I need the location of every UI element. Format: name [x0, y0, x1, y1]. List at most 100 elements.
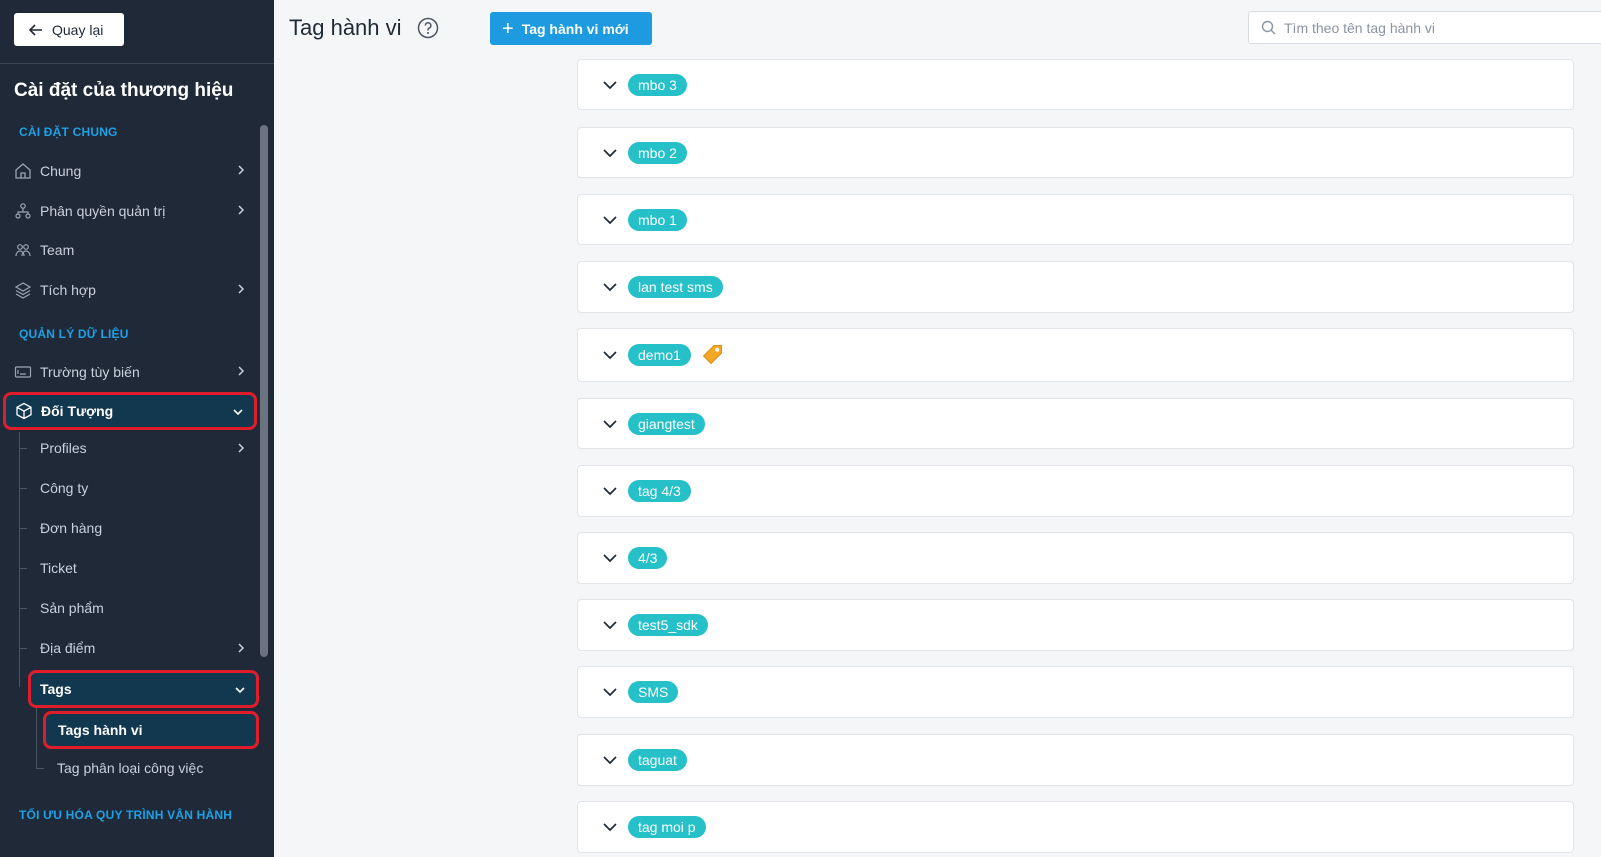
tag-pill: SMS	[628, 681, 679, 703]
new-behavior-tag-button[interactable]: + Tag hành vi mới	[490, 12, 652, 45]
tag-pill: mbo 1	[628, 208, 687, 231]
tag-row[interactable]: tag 4/3	[577, 465, 1574, 517]
page-header: Tag hành vi + Tag hành vi mới	[274, 0, 1601, 56]
chevron-down-icon[interactable]	[602, 347, 618, 363]
sidebar-title: Cài đặt của thương hiệu	[14, 80, 234, 101]
chevron-down-icon[interactable]	[602, 77, 618, 93]
tag-pill: giangtest	[628, 412, 705, 435]
sidebar-item-label: Địa điểm	[40, 640, 96, 656]
tag-row[interactable]: 4/3	[577, 532, 1574, 584]
tag-row[interactable]: giangtest	[577, 398, 1574, 449]
sidebar-item-tags[interactable]: Tags	[28, 670, 259, 708]
sidebar-item-company[interactable]: Công ty	[40, 471, 257, 505]
sidebar-item-custom-fields[interactable]: Trường tùy biến	[14, 355, 257, 389]
search-box[interactable]	[1248, 11, 1601, 44]
sidebar-item-label: Đơn hàng	[40, 520, 103, 536]
chevron-right-icon	[238, 165, 245, 175]
sidebar-header: Quay lại	[0, 0, 274, 64]
tree-line	[19, 448, 27, 449]
tree-line	[19, 528, 27, 529]
sidebar-item-label: Tags hành vi	[58, 722, 143, 738]
chevron-down-icon[interactable]	[602, 617, 618, 633]
sidebar-item-ticket[interactable]: Ticket	[40, 551, 257, 585]
chevron-down-icon[interactable]	[602, 550, 618, 566]
layers-icon	[14, 281, 32, 299]
sidebar: Quay lại Cài đặt của thương hiệu CÀI ĐẶT…	[0, 0, 274, 857]
tag-pill: tag 4/3	[628, 480, 691, 502]
hierarchy-icon	[14, 202, 32, 220]
sidebar-item-label: Sản phẩm	[40, 600, 104, 616]
tree-line	[36, 708, 37, 768]
chevron-down-icon[interactable]	[602, 416, 618, 432]
sidebar-item-label: Team	[40, 242, 75, 258]
section-general: CÀI ĐẶT CHUNG	[19, 125, 118, 139]
tag-row[interactable]: tag moi p	[577, 801, 1574, 853]
chevron-right-icon	[238, 366, 245, 376]
section-data: QUẢN LÝ DỮ LIỆU	[19, 327, 129, 341]
tag-row[interactable]: demo1	[577, 328, 1574, 382]
team-icon	[14, 241, 32, 259]
sidebar-item-label: Công ty	[40, 480, 89, 496]
sidebar-item-label: Phân quyền quản trị	[40, 203, 166, 219]
sidebar-item-label: Tags	[40, 681, 72, 697]
tree-line	[36, 768, 44, 769]
home-icon	[14, 162, 32, 180]
tag-row[interactable]: lan test sms	[577, 261, 1574, 313]
chevron-right-icon	[238, 643, 245, 653]
sidebar-item-objects[interactable]: Đối Tượng	[3, 392, 257, 430]
sidebar-item-profiles[interactable]: Profiles	[40, 431, 257, 465]
tag-pill: tag moi p	[628, 816, 706, 838]
chevron-down-icon[interactable]	[602, 819, 618, 835]
tag-row[interactable]: test5_sdk	[577, 599, 1574, 651]
sidebar-item-products[interactable]: Sản phẩm	[40, 591, 257, 625]
chevron-down-icon	[233, 409, 243, 416]
chevron-down-icon[interactable]	[602, 145, 618, 161]
sidebar-item-work-tags[interactable]: Tag phân loại công việc	[57, 751, 257, 785]
tag-row[interactable]: mbo 1	[577, 194, 1574, 245]
arrow-left-icon	[28, 22, 44, 38]
tag-pill: taguat	[628, 749, 687, 771]
back-button[interactable]: Quay lại	[14, 13, 124, 46]
chevron-down-icon[interactable]	[602, 212, 618, 228]
sidebar-item-behavior-tags[interactable]: Tags hành vi	[43, 711, 259, 749]
tag-pill: mbo 3	[628, 73, 687, 96]
chevron-right-icon	[238, 205, 245, 215]
sidebar-item-permissions[interactable]: Phân quyền quản trị	[14, 194, 257, 228]
tag-icon	[702, 345, 722, 365]
field-icon	[14, 363, 32, 381]
sidebar-item-locations[interactable]: Địa điểm	[40, 631, 257, 665]
chevron-right-icon	[238, 284, 245, 294]
sidebar-item-label: Ticket	[40, 560, 77, 576]
chevron-down-icon[interactable]	[602, 279, 618, 295]
sidebar-item-team[interactable]: Team	[14, 233, 257, 267]
chevron-down-icon[interactable]	[602, 684, 618, 700]
plus-icon: +	[502, 17, 514, 40]
tag-row[interactable]: mbo 2	[577, 127, 1574, 178]
sidebar-item-label: Chung	[40, 163, 82, 179]
sidebar-scrollbar[interactable]	[260, 125, 268, 657]
tag-pill: lan test sms	[628, 276, 723, 298]
tree-line	[19, 568, 27, 569]
sidebar-item-label: Tag phân loại công việc	[57, 760, 204, 776]
sidebar-item-label: Tích hợp	[40, 282, 96, 298]
tag-pill: test5_sdk	[628, 614, 708, 636]
chevron-down-icon[interactable]	[602, 752, 618, 768]
chevron-down-icon	[235, 687, 245, 694]
sidebar-item-general[interactable]: Chung	[14, 154, 257, 188]
tag-row[interactable]: mbo 3	[577, 59, 1574, 110]
chevron-down-icon[interactable]	[602, 483, 618, 499]
tree-line	[19, 608, 27, 609]
tag-row[interactable]: SMS	[577, 666, 1574, 718]
search-input[interactable]	[1284, 19, 1584, 36]
tree-line	[19, 488, 27, 489]
cube-icon	[15, 402, 33, 420]
sidebar-item-orders[interactable]: Đơn hàng	[40, 511, 257, 545]
tag-row[interactable]: taguat	[577, 734, 1574, 786]
sidebar-item-integrations[interactable]: Tích hợp	[14, 273, 257, 307]
sidebar-item-label: Trường tùy biến	[40, 364, 140, 380]
help-icon[interactable]	[417, 17, 439, 39]
search-icon	[1261, 20, 1276, 35]
back-button-label: Quay lại	[52, 21, 104, 38]
tree-line	[19, 648, 27, 649]
new-button-label: Tag hành vi mới	[521, 20, 629, 37]
